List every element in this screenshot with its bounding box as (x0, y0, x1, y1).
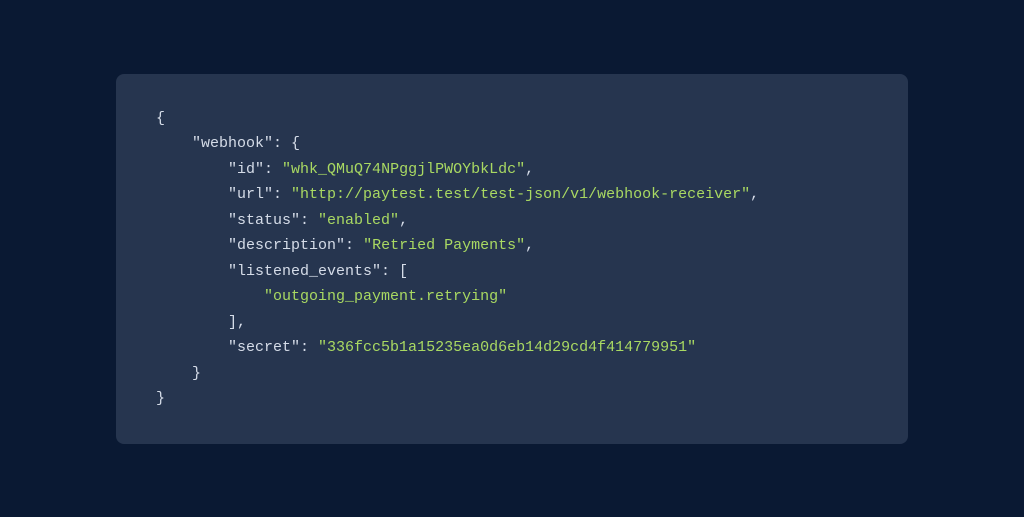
code-token-punct: : (273, 186, 291, 203)
code-token-punct: } (156, 390, 165, 407)
json-code-block: { "webhook": { "id": "whk_QMuQ74NPggjlPW… (116, 74, 908, 444)
code-line: "description": "Retried Payments", (156, 233, 868, 259)
code-token-string: "Retried Payments" (363, 237, 525, 254)
code-token-string: "outgoing_payment.retrying" (264, 288, 507, 305)
code-token-punct: : (300, 339, 318, 356)
code-token-punct: : (300, 212, 318, 229)
code-token-string: "http://paytest.test/test-json/v1/webhoo… (291, 186, 750, 203)
code-line: "id": "whk_QMuQ74NPggjlPWOYbkLdc", (156, 157, 868, 183)
code-line: { (156, 106, 868, 132)
code-token-punct: } (192, 365, 201, 382)
code-token-key: "status" (228, 212, 300, 229)
code-line: "webhook": { (156, 131, 868, 157)
code-token-punct: , (525, 161, 534, 178)
code-token-key: "id" (228, 161, 264, 178)
code-line: "listened_events": [ (156, 259, 868, 285)
code-token-punct: , (750, 186, 759, 203)
code-line: "status": "enabled", (156, 208, 868, 234)
code-line: } (156, 361, 868, 387)
code-token-key: "secret" (228, 339, 300, 356)
code-token-key: "listened_events" (228, 263, 381, 280)
code-token-punct: , (525, 237, 534, 254)
code-token-key: "description" (228, 237, 345, 254)
code-token-punct: : { (273, 135, 300, 152)
code-token-punct: : (345, 237, 363, 254)
code-token-punct: : (264, 161, 282, 178)
code-token-punct: ], (228, 314, 246, 331)
code-token-string: "enabled" (318, 212, 399, 229)
code-line: } (156, 386, 868, 412)
code-line: "outgoing_payment.retrying" (156, 284, 868, 310)
code-token-string: "whk_QMuQ74NPggjlPWOYbkLdc" (282, 161, 525, 178)
code-line: "url": "http://paytest.test/test-json/v1… (156, 182, 868, 208)
code-token-punct: { (156, 110, 165, 127)
code-token-punct: , (399, 212, 408, 229)
code-line: "secret": "336fcc5b1a15235ea0d6eb14d29cd… (156, 335, 868, 361)
code-token-key: "webhook" (192, 135, 273, 152)
code-line: ], (156, 310, 868, 336)
code-token-punct: : [ (381, 263, 408, 280)
code-token-string: "336fcc5b1a15235ea0d6eb14d29cd4f41477995… (318, 339, 696, 356)
code-token-key: "url" (228, 186, 273, 203)
